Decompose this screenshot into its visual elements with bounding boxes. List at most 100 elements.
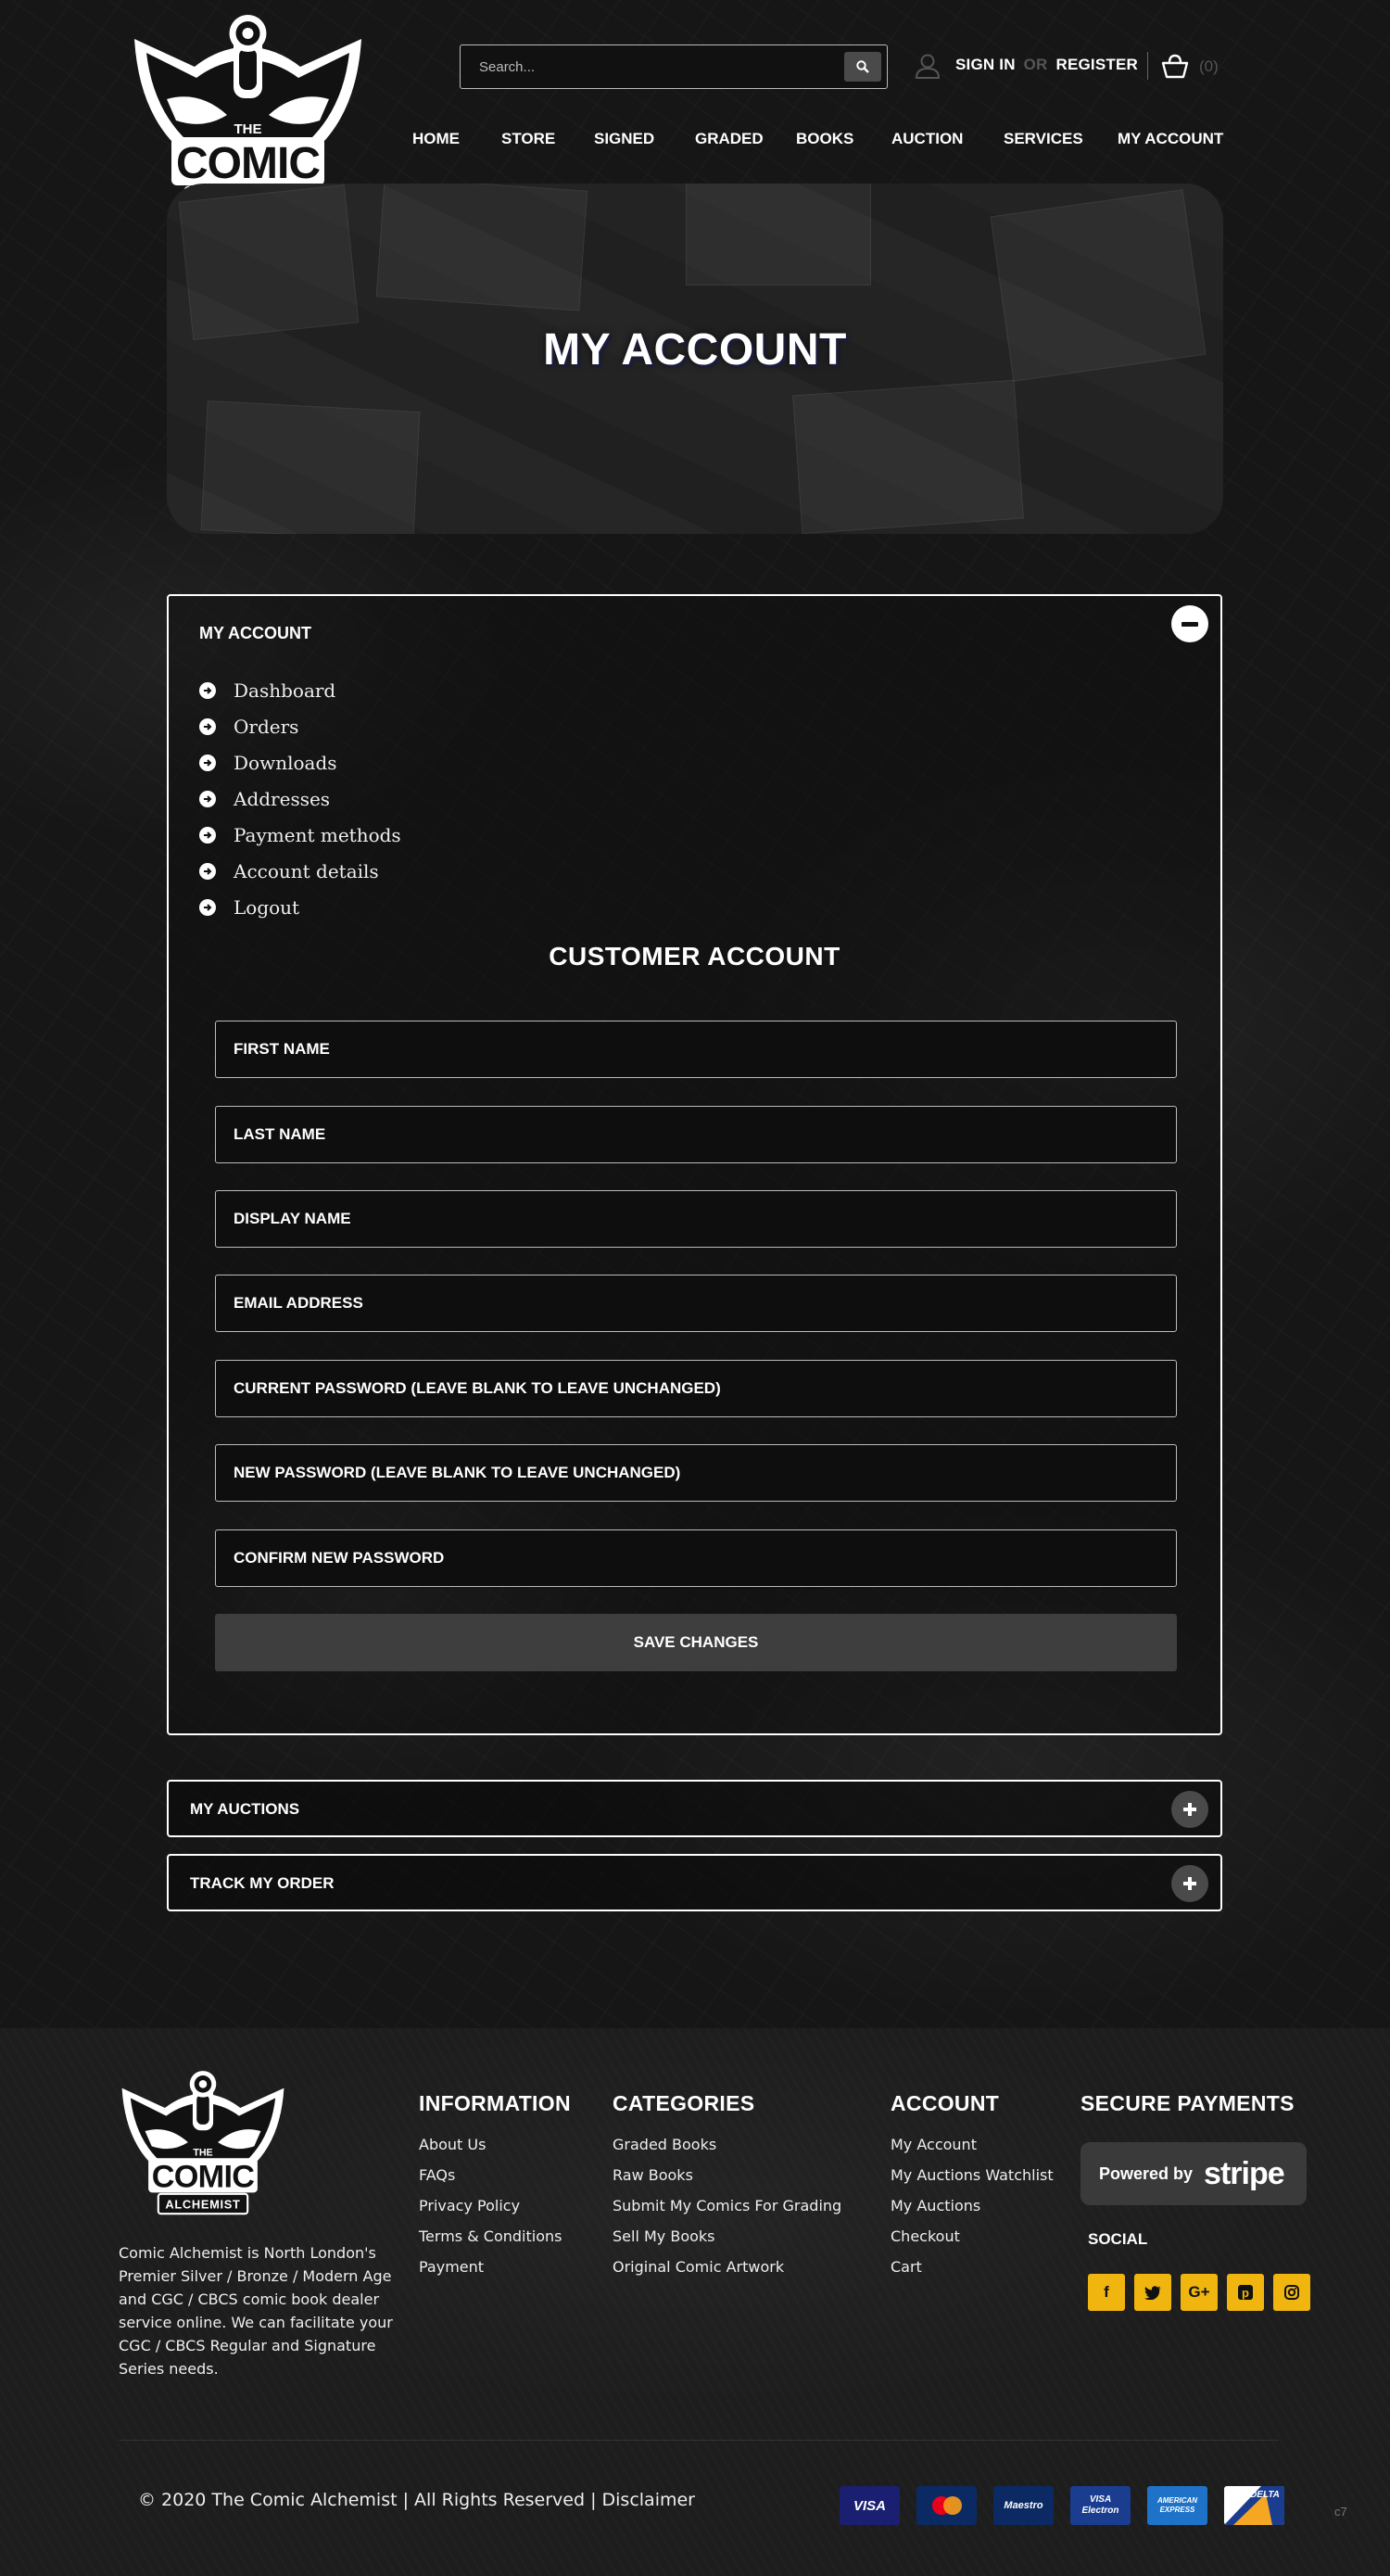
display-name-field[interactable]: DISPLAY NAME	[215, 1190, 1177, 1248]
footer-link-submit-grading[interactable]: Submit My Comics For Grading	[613, 2190, 841, 2221]
nav-books[interactable]: BOOKS	[796, 130, 853, 148]
cart-icon[interactable]	[1161, 54, 1189, 80]
footer-link-cart[interactable]: Cart	[891, 2252, 1054, 2282]
footer-link-terms[interactable]: Terms & Conditions	[419, 2221, 571, 2252]
footer-link-faqs[interactable]: FAQs	[419, 2160, 571, 2190]
footer-link-original-artwork[interactable]: Original Comic Artwork	[613, 2252, 841, 2282]
footer-link-payment[interactable]: Payment	[419, 2252, 571, 2282]
banner-comic-cover	[792, 379, 1024, 534]
footer-link-my-auctions[interactable]: My Auctions	[891, 2190, 1054, 2221]
confirm-password-field[interactable]: CONFIRM NEW PASSWORD	[215, 1529, 1177, 1587]
instagram-icon[interactable]	[1273, 2274, 1310, 2311]
nav-auction[interactable]: AUCTION	[891, 130, 963, 148]
my-auctions-panel[interactable]: MY AUCTIONS	[167, 1780, 1222, 1837]
footer-col-information: INFORMATION About Us FAQs Privacy Policy…	[419, 2091, 571, 2282]
expand-icon[interactable]	[1171, 1865, 1208, 1902]
maestro-card-icon: Maestro	[993, 2486, 1054, 2525]
search-field[interactable]	[460, 44, 888, 89]
footer-link-my-account[interactable]: My Account	[891, 2129, 1054, 2160]
stripe-powered-text: Powered by	[1099, 2164, 1194, 2183]
new-password-field[interactable]: NEW PASSWORD (LEAVE BLANK TO LEAVE UNCHA…	[215, 1444, 1177, 1502]
nav-home[interactable]: HOME	[412, 130, 460, 148]
visa-electron-card-icon: VISA Electron	[1070, 2486, 1131, 2525]
my-account-panel: MY ACCOUNT Dashboard Orders Downloads Ad…	[167, 594, 1222, 1735]
footer-col-account: ACCOUNT My Account My Auctions Watchlist…	[891, 2091, 1054, 2282]
stripe-badge: Powered by stripe	[1080, 2142, 1307, 2205]
banner-comic-cover	[375, 184, 588, 311]
arrow-circle-right-icon	[199, 754, 216, 771]
svg-text:p: p	[1242, 2286, 1249, 2300]
page-title: MY ACCOUNT	[543, 325, 847, 374]
delta-card-icon: DELTA	[1224, 2486, 1284, 2525]
twitter-icon[interactable]	[1134, 2274, 1171, 2311]
email-field[interactable]: EMAIL ADDRESS	[215, 1275, 1177, 1332]
footer-divider	[119, 2440, 1279, 2441]
footer-col-title: SECURE PAYMENTS	[1080, 2091, 1295, 2115]
google-plus-icon[interactable]: G+	[1181, 2274, 1218, 2311]
account-menu: Dashboard Orders Downloads Addresses Pay…	[199, 672, 401, 925]
menu-label: Orders	[234, 715, 299, 738]
track-my-order-panel[interactable]: TRACK MY ORDER	[167, 1854, 1222, 1911]
last-name-field[interactable]: LAST NAME	[215, 1106, 1177, 1163]
account-menu-account-details[interactable]: Account details	[199, 853, 401, 889]
nav-services[interactable]: SERVICES	[1004, 130, 1083, 148]
arrow-circle-right-icon	[199, 790, 216, 807]
menu-label: Logout	[234, 895, 300, 919]
stripe-logo: stripe	[1204, 2155, 1285, 2191]
footer-col-categories: CATEGORIES Graded Books Raw Books Submit…	[613, 2091, 841, 2282]
arrow-circle-right-icon	[199, 717, 216, 735]
visa-card-icon: VISA	[840, 2486, 900, 2525]
menu-label: Payment methods	[234, 823, 401, 846]
menu-label: Addresses	[234, 787, 331, 810]
footer-link-graded-books[interactable]: Graded Books	[613, 2129, 841, 2160]
arrow-circle-right-icon	[199, 826, 216, 844]
account-menu-payment-methods[interactable]: Payment methods	[199, 817, 401, 853]
arrow-circle-right-icon	[199, 898, 216, 916]
panel-title: TRACK MY ORDER	[190, 1874, 335, 1892]
facebook-icon[interactable]: f	[1088, 2274, 1125, 2311]
main-nav: HOME STORE SIGNED GRADED BOOKS AUCTION S…	[0, 130, 1390, 154]
footer-about-text: Comic Alchemist is North London's Premie…	[119, 2244, 393, 2378]
footer-col-title: CATEGORIES	[613, 2091, 755, 2115]
collapse-icon[interactable]	[1171, 605, 1208, 642]
nav-graded[interactable]: GRADED	[695, 130, 764, 148]
account-menu-orders[interactable]: Orders	[199, 708, 401, 744]
svg-text:COMIC: COMIC	[152, 2160, 255, 2195]
footer-link-privacy-policy[interactable]: Privacy Policy	[419, 2190, 571, 2221]
current-password-field[interactable]: CURRENT PASSWORD (LEAVE BLANK TO LEAVE U…	[215, 1360, 1177, 1417]
account-menu-addresses[interactable]: Addresses	[199, 780, 401, 817]
svg-text:ALCHEMIST: ALCHEMIST	[165, 2198, 240, 2212]
arrow-circle-right-icon	[199, 681, 216, 699]
cart-count[interactable]: (0)	[1199, 57, 1219, 76]
page-banner: MY ACCOUNT	[167, 184, 1223, 534]
search-button[interactable]	[844, 52, 881, 82]
user-icon[interactable]	[914, 52, 941, 80]
social-title: SOCIAL	[1088, 2230, 1148, 2248]
expand-icon[interactable]	[1171, 1791, 1208, 1828]
account-menu-dashboard[interactable]: Dashboard	[199, 672, 401, 708]
nav-store[interactable]: STORE	[501, 130, 555, 148]
amex-card-icon: AMERICAN EXPRESS	[1147, 2486, 1207, 2525]
footer-link-checkout[interactable]: Checkout	[891, 2221, 1054, 2252]
search-icon	[856, 60, 869, 73]
footer-link-sell-books[interactable]: Sell My Books	[613, 2221, 841, 2252]
nav-my-account[interactable]: MY ACCOUNT	[1118, 130, 1223, 148]
pinterest-icon[interactable]: p	[1227, 2274, 1264, 2311]
footer-link-raw-books[interactable]: Raw Books	[613, 2160, 841, 2190]
arrow-circle-right-icon	[199, 862, 216, 880]
footer-col-title: INFORMATION	[419, 2091, 571, 2115]
register-link[interactable]: REGISTER	[1055, 56, 1138, 73]
save-changes-button[interactable]: SAVE CHANGES	[215, 1614, 1177, 1671]
account-menu-downloads[interactable]: Downloads	[199, 744, 401, 780]
svg-text:THE: THE	[193, 2147, 212, 2158]
search-input[interactable]	[479, 58, 840, 75]
account-menu-logout[interactable]: Logout	[199, 889, 401, 925]
footer-link-auctions-watchlist[interactable]: My Auctions Watchlist	[891, 2160, 1054, 2190]
first-name-field[interactable]: FIRST NAME	[215, 1021, 1177, 1078]
footer-link-about-us[interactable]: About Us	[419, 2129, 571, 2160]
nav-signed[interactable]: SIGNED	[594, 130, 654, 148]
footer-col-title: ACCOUNT	[891, 2091, 1000, 2115]
banner-comic-cover	[200, 400, 421, 534]
sign-in-link[interactable]: SIGN IN	[955, 56, 1016, 73]
footer-logo[interactable]: THE COMIC ALCHEMIST	[119, 2067, 287, 2223]
